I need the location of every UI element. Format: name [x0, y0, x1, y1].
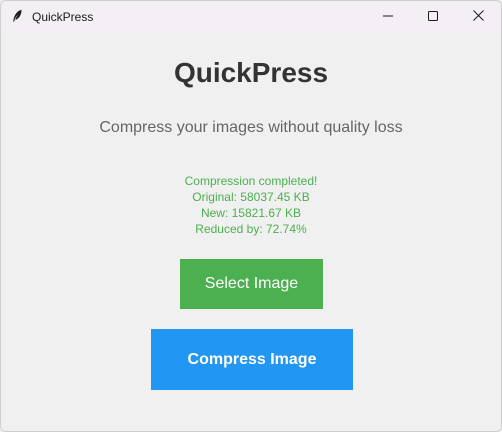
app-heading: QuickPress: [173, 57, 329, 88]
app-window: QuickPress QuickPress Compress your imag…: [0, 0, 502, 432]
main-content: QuickPress Compress your images without …: [1, 32, 501, 431]
app-subtitle: Compress your images without quality los…: [99, 119, 403, 136]
status-message: Compression completed! Original: 58037.4…: [1, 173, 501, 237]
maximize-button[interactable]: [410, 1, 456, 32]
compress-image-button[interactable]: Compress Image: [151, 329, 353, 390]
window-title: QuickPress: [32, 10, 94, 24]
feather-icon: [11, 9, 23, 23]
minimize-button[interactable]: [365, 1, 411, 32]
status-line-reduced: Reduced by: 72.74%: [195, 222, 307, 236]
title-bar[interactable]: QuickPress: [1, 1, 501, 32]
select-image-button[interactable]: Select Image: [180, 259, 323, 309]
close-button[interactable]: [455, 1, 501, 32]
status-line-completed: Compression completed!: [184, 174, 318, 188]
close-icon: [472, 8, 484, 26]
maximize-icon: [428, 8, 438, 26]
minimize-icon: [383, 8, 393, 26]
status-line-original: Original: 58037.45 KB: [192, 190, 310, 204]
status-line-new: New: 15821.67 KB: [200, 206, 302, 220]
